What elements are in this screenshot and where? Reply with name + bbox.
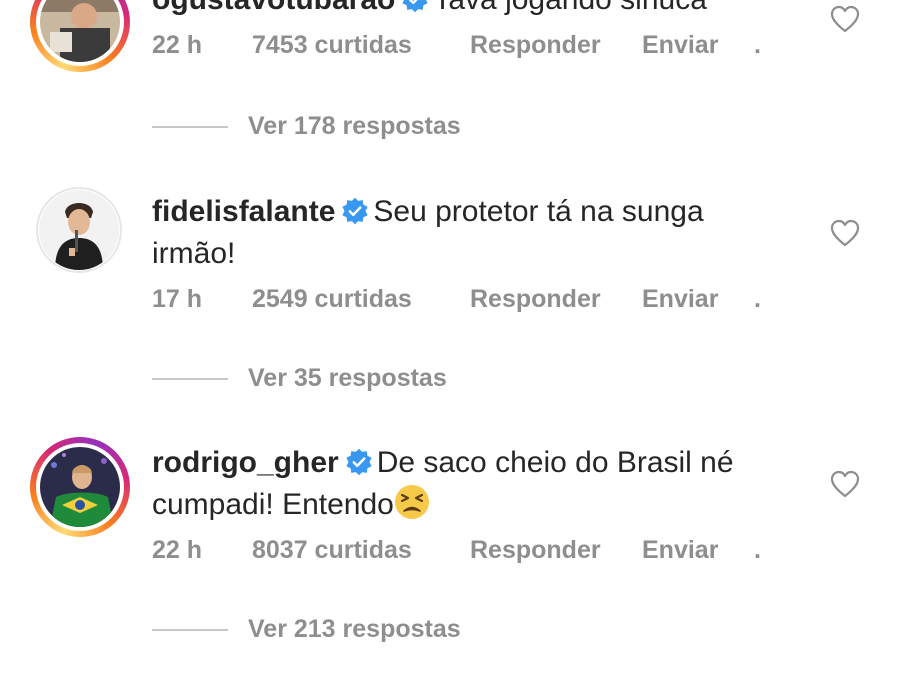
replies-divider	[152, 378, 228, 380]
more-options-icon[interactable]: .	[754, 285, 761, 314]
comment-time: 22 h	[152, 536, 203, 564]
avatar	[39, 190, 119, 270]
verified-badge-icon	[346, 448, 372, 476]
like-heart-icon[interactable]	[830, 470, 860, 498]
view-replies-label: Ver 213 respostas	[248, 615, 461, 643]
reply-button[interactable]: Responder	[470, 285, 601, 314]
view-replies-label: Ver 35 respostas	[248, 364, 447, 392]
replies-divider	[152, 629, 228, 631]
like-heart-icon[interactable]	[830, 5, 860, 33]
avatar-frame[interactable]	[36, 187, 122, 273]
view-replies-label: Ver 178 respostas	[248, 112, 461, 140]
like-heart-icon[interactable]	[830, 219, 860, 247]
comment-username[interactable]: ogustavotubarao	[152, 0, 395, 16]
more-options-icon[interactable]: .	[754, 31, 761, 60]
send-button[interactable]: Enviar	[642, 285, 718, 314]
verified-badge-icon	[402, 0, 428, 13]
send-button[interactable]: Enviar	[642, 536, 718, 565]
like-count[interactable]: 8037 curtidas	[252, 536, 412, 565]
more-options-icon[interactable]: .	[754, 536, 761, 565]
replies-divider	[152, 126, 228, 128]
reply-button[interactable]: Responder	[470, 31, 601, 60]
avatar	[40, 447, 120, 527]
comment-text: rodrigo_gher De saco cheio do Brasil né c…	[152, 442, 792, 526]
verified-badge-icon	[342, 197, 368, 225]
story-ring-avatar[interactable]	[30, 437, 130, 537]
reply-button[interactable]: Responder	[470, 536, 601, 565]
comment-body: Tava jogando sinuca	[433, 0, 707, 16]
like-count[interactable]: 2549 curtidas	[252, 285, 412, 314]
comment-username[interactable]: fidelisfalante	[152, 195, 335, 228]
comment-text: ogustavotubarao Tava jogando sinuca	[152, 0, 792, 21]
comment-text: fidelisfalante Seu protetor tá na sunga i…	[152, 191, 792, 275]
like-count[interactable]: 7453 curtidas	[252, 31, 412, 60]
comment-time: 17 h	[152, 285, 203, 313]
story-ring-avatar[interactable]	[30, 0, 130, 72]
comment-time: 22 h	[152, 31, 203, 59]
tired-face-emoji-icon	[394, 485, 429, 519]
comment-username[interactable]: rodrigo_gher	[152, 446, 339, 479]
send-button[interactable]: Enviar	[642, 31, 718, 60]
